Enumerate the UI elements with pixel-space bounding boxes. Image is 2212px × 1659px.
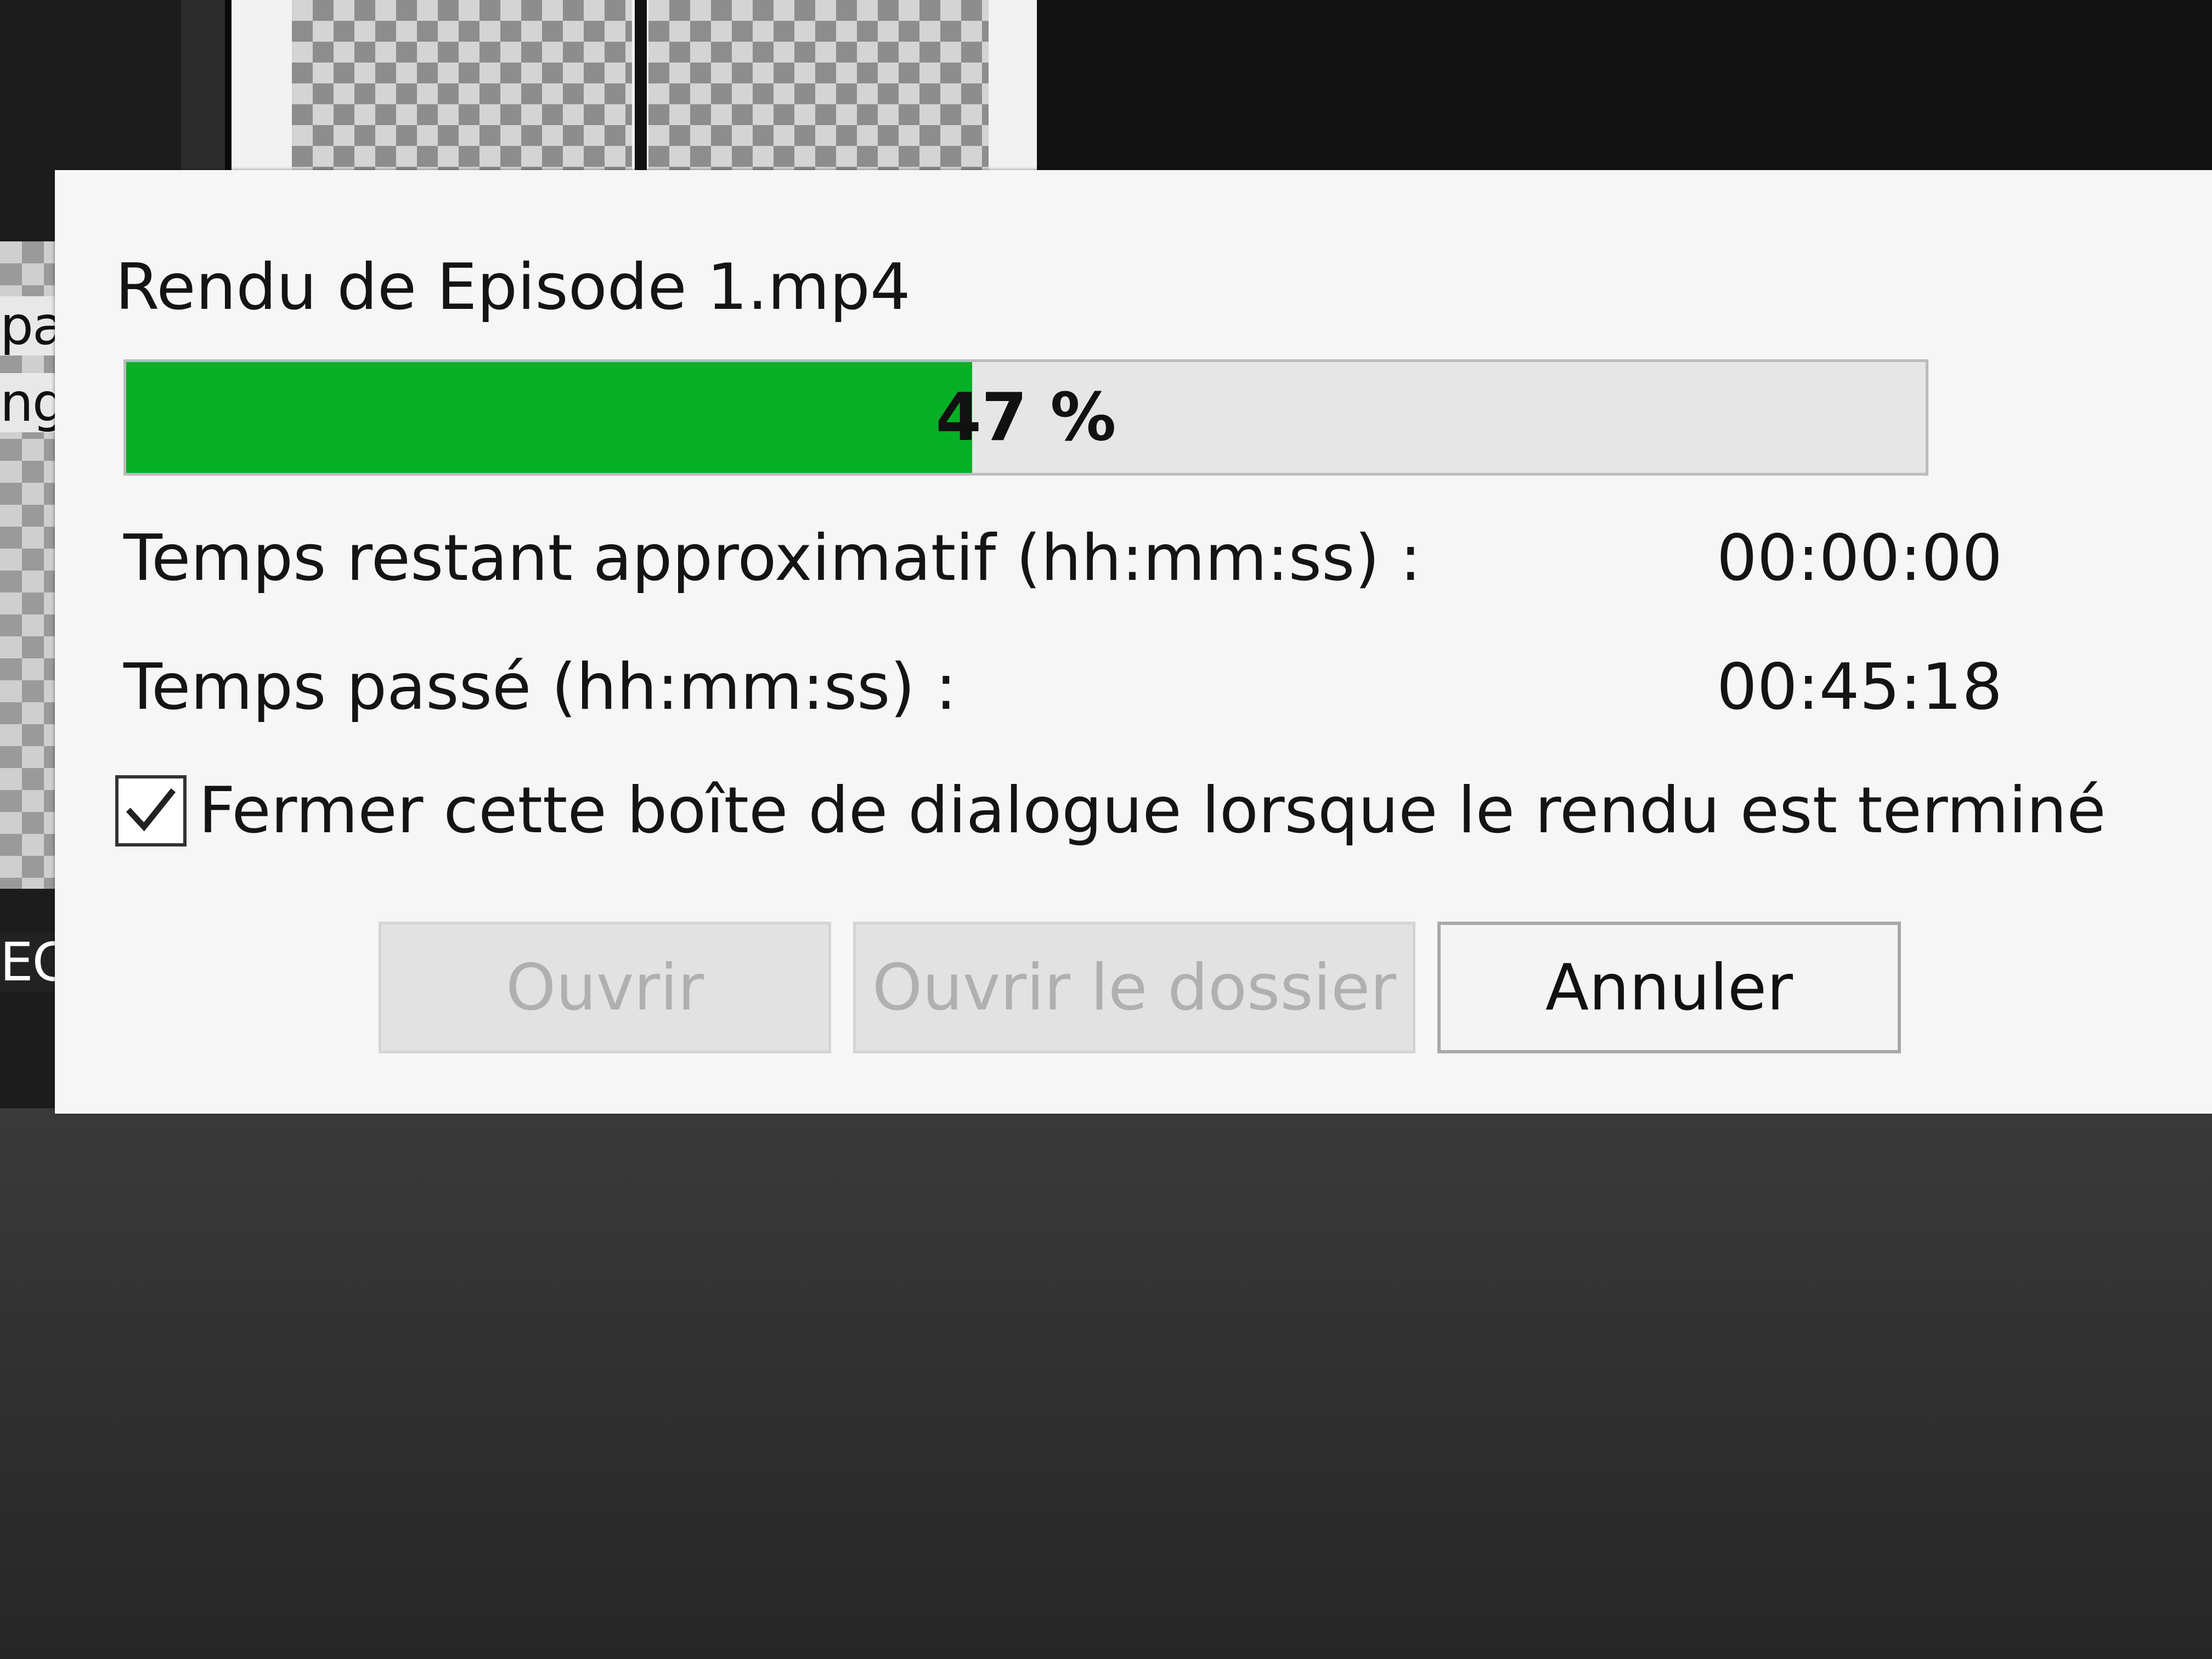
close-on-finish-checkbox[interactable] (115, 775, 187, 847)
background-timeline-area (0, 1108, 2212, 1659)
dialog-title: Rendu de Episode 1.mp4 (115, 250, 911, 324)
time-remaining-value: 00:00:00 (1717, 521, 2002, 595)
transparency-checkerboard (292, 0, 632, 181)
background-thumbnail-strip (225, 0, 1043, 181)
close-on-finish-option[interactable]: Fermer cette boîte de dialogue lorsque l… (115, 774, 2106, 848)
thumbnail-divider (635, 0, 647, 181)
open-folder-button[interactable]: Ouvrir le dossier (853, 922, 1415, 1053)
time-remaining-label: Temps restant approximatif (hh:mm:ss) : (123, 521, 1421, 595)
close-on-finish-label[interactable]: Fermer cette boîte de dialogue lorsque l… (199, 774, 2106, 848)
time-remaining-row: Temps restant approximatif (hh:mm:ss) : … (123, 521, 2002, 595)
background-dark-area (1037, 0, 2212, 181)
transparency-checkerboard (648, 0, 989, 181)
checkmark-icon (126, 788, 176, 831)
cancel-button[interactable]: Annuler (1437, 922, 1901, 1053)
dialog-buttons: Ouvrir Ouvrir le dossier Annuler (379, 922, 1901, 1053)
render-progress-bar: 47 % (123, 359, 1928, 476)
progress-percent-label: 47 % (935, 379, 1116, 456)
time-elapsed-row: Temps passé (hh:mm:ss) : 00:45:18 (123, 650, 2002, 724)
render-dialog: Rendu de Episode 1.mp4 47 % Temps restan… (55, 170, 2212, 1114)
time-elapsed-label: Temps passé (hh:mm:ss) : (123, 650, 957, 724)
time-elapsed-value: 00:45:18 (1717, 650, 2002, 724)
open-button[interactable]: Ouvrir (379, 922, 831, 1053)
